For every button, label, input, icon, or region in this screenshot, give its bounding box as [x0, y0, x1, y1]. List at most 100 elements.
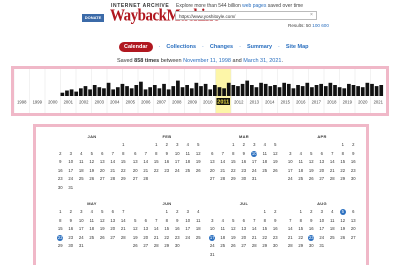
- tab-collections[interactable]: Collections: [166, 44, 196, 50]
- timeline-bar[interactable]: [129, 88, 134, 96]
- capture-day[interactable]: 23: [308, 234, 315, 241]
- year-label-2017[interactable]: 2017: [312, 100, 322, 105]
- timeline-bar[interactable]: [360, 87, 365, 96]
- timeline-bar[interactable]: [203, 83, 208, 96]
- timeline-bar[interactable]: [152, 85, 157, 96]
- timeline-bar[interactable]: [277, 87, 282, 96]
- capture-day[interactable]: 10: [251, 150, 258, 157]
- timeline-bar[interactable]: [356, 86, 360, 96]
- year-label-2003[interactable]: 2003: [95, 100, 105, 105]
- timeline-bar[interactable]: [157, 88, 162, 96]
- timeline-bar[interactable]: [337, 87, 342, 96]
- timeline-bar[interactable]: [185, 85, 189, 96]
- timeline-bar[interactable]: [69, 89, 74, 96]
- capture-day[interactable]: 5: [339, 209, 346, 215]
- timeline-bar[interactable]: [74, 91, 79, 96]
- year-label-2016[interactable]: 2016: [296, 100, 306, 105]
- year-label-2018[interactable]: 2018: [327, 100, 337, 105]
- first-capture-link[interactable]: November 11, 1998: [183, 58, 231, 64]
- year-label-2005[interactable]: 2005: [126, 100, 136, 105]
- year-label-2001[interactable]: 2001: [64, 100, 74, 105]
- year-label-2013[interactable]: 2013: [250, 100, 260, 105]
- timeline-bar[interactable]: [351, 85, 356, 96]
- timeline-bar[interactable]: [60, 92, 65, 96]
- year-label-2012[interactable]: 2012: [234, 100, 244, 105]
- timeline-bar[interactable]: [111, 89, 116, 96]
- timeline-bar[interactable]: [323, 86, 328, 96]
- timeline-bar[interactable]: [374, 86, 379, 96]
- timeline-bar[interactable]: [305, 82, 310, 96]
- year-label-2014[interactable]: 2014: [265, 100, 275, 105]
- results-link[interactable]: 100 600: [312, 23, 329, 28]
- timeline-bar[interactable]: [148, 87, 153, 96]
- timeline-bar[interactable]: [240, 83, 245, 96]
- year-label-1998[interactable]: 1998: [17, 100, 27, 105]
- timeline-bar[interactable]: [282, 82, 287, 96]
- tab-calendar[interactable]: Calendar: [119, 41, 153, 52]
- timeline-bar[interactable]: [222, 88, 226, 96]
- timeline-bar[interactable]: [115, 87, 120, 96]
- timeline-bar[interactable]: [236, 86, 240, 96]
- timeline-bar[interactable]: [125, 86, 129, 96]
- timeline-bar[interactable]: [268, 86, 273, 96]
- timeline-bar[interactable]: [263, 83, 268, 96]
- timeline-bar[interactable]: [365, 82, 370, 96]
- timeline-bar[interactable]: [171, 86, 176, 96]
- timeline-bar[interactable]: [254, 87, 259, 96]
- timeline-bar[interactable]: [166, 89, 171, 96]
- last-capture-link[interactable]: March 31, 2021: [243, 58, 281, 64]
- timeline-bar[interactable]: [231, 85, 236, 96]
- timeline-bar[interactable]: [370, 83, 374, 96]
- year-label-2020[interactable]: 2020: [358, 100, 368, 105]
- capture-timeline[interactable]: 1998 1999 2000 2001 2002 2003 2004 2005 2006 2007…: [11, 66, 389, 116]
- timeline-bar[interactable]: [286, 83, 291, 96]
- timeline-bar[interactable]: [319, 83, 323, 96]
- year-label-2006[interactable]: 2006: [141, 100, 151, 105]
- tab-changes[interactable]: Changes: [210, 44, 233, 50]
- timeline-bar[interactable]: [208, 89, 213, 96]
- timeline-bar[interactable]: [194, 82, 199, 96]
- timeline-bar[interactable]: [139, 81, 143, 96]
- capture-day[interactable]: 22: [57, 234, 64, 241]
- url-input[interactable]: https://www.yoshitoyle.com/: [175, 11, 317, 20]
- timeline-bar[interactable]: [291, 88, 296, 96]
- timeline-bar[interactable]: [134, 85, 139, 96]
- timeline-bar[interactable]: [347, 83, 351, 96]
- clear-icon[interactable]: ×: [310, 12, 313, 18]
- timeline-bar[interactable]: [120, 83, 125, 96]
- timeline-bar[interactable]: [102, 88, 106, 96]
- timeline-bar[interactable]: [189, 88, 194, 96]
- year-label-2008[interactable]: 2008: [172, 100, 182, 105]
- capture-day[interactable]: 17: [209, 234, 216, 241]
- timeline-bar[interactable]: [106, 82, 111, 96]
- timeline-bar[interactable]: [176, 80, 180, 96]
- timeline-bar[interactable]: [379, 85, 384, 96]
- timeline-bar[interactable]: [273, 85, 277, 96]
- tab-summary[interactable]: Summary: [247, 44, 272, 50]
- timeline-histogram[interactable]: 1998 1999 2000 2001 2002 2003 2004 2005 2006 2007…: [14, 69, 386, 113]
- web-pages-link[interactable]: web pages: [242, 3, 266, 9]
- timeline-bar[interactable]: [83, 86, 88, 96]
- timeline-bar[interactable]: [333, 85, 337, 96]
- year-label-2015[interactable]: 2015: [281, 100, 291, 105]
- timeline-bar[interactable]: [226, 82, 231, 96]
- timeline-bar[interactable]: [259, 82, 263, 96]
- year-label-1999[interactable]: 1999: [33, 100, 43, 105]
- timeline-bar[interactable]: [249, 85, 254, 96]
- timeline-bar[interactable]: [143, 89, 148, 96]
- timeline-bar[interactable]: [213, 85, 217, 96]
- timeline-bar[interactable]: [92, 85, 97, 96]
- tab-site-map[interactable]: Site Map: [286, 44, 309, 50]
- year-label-2019[interactable]: 2019: [343, 100, 353, 105]
- year-label-2009[interactable]: 2009: [188, 100, 198, 105]
- year-label-2000[interactable]: 2000: [48, 100, 58, 105]
- timeline-bar[interactable]: [97, 87, 102, 96]
- timeline-bar[interactable]: [78, 88, 83, 96]
- donate-button[interactable]: DONATE: [82, 14, 104, 22]
- timeline-bar[interactable]: [328, 82, 333, 96]
- year-label-2002[interactable]: 2002: [79, 100, 89, 105]
- year-label-2007[interactable]: 2007: [157, 100, 167, 105]
- timeline-bar[interactable]: [342, 88, 347, 96]
- timeline-bar[interactable]: [199, 86, 203, 96]
- year-label-2010[interactable]: 2010: [203, 100, 213, 105]
